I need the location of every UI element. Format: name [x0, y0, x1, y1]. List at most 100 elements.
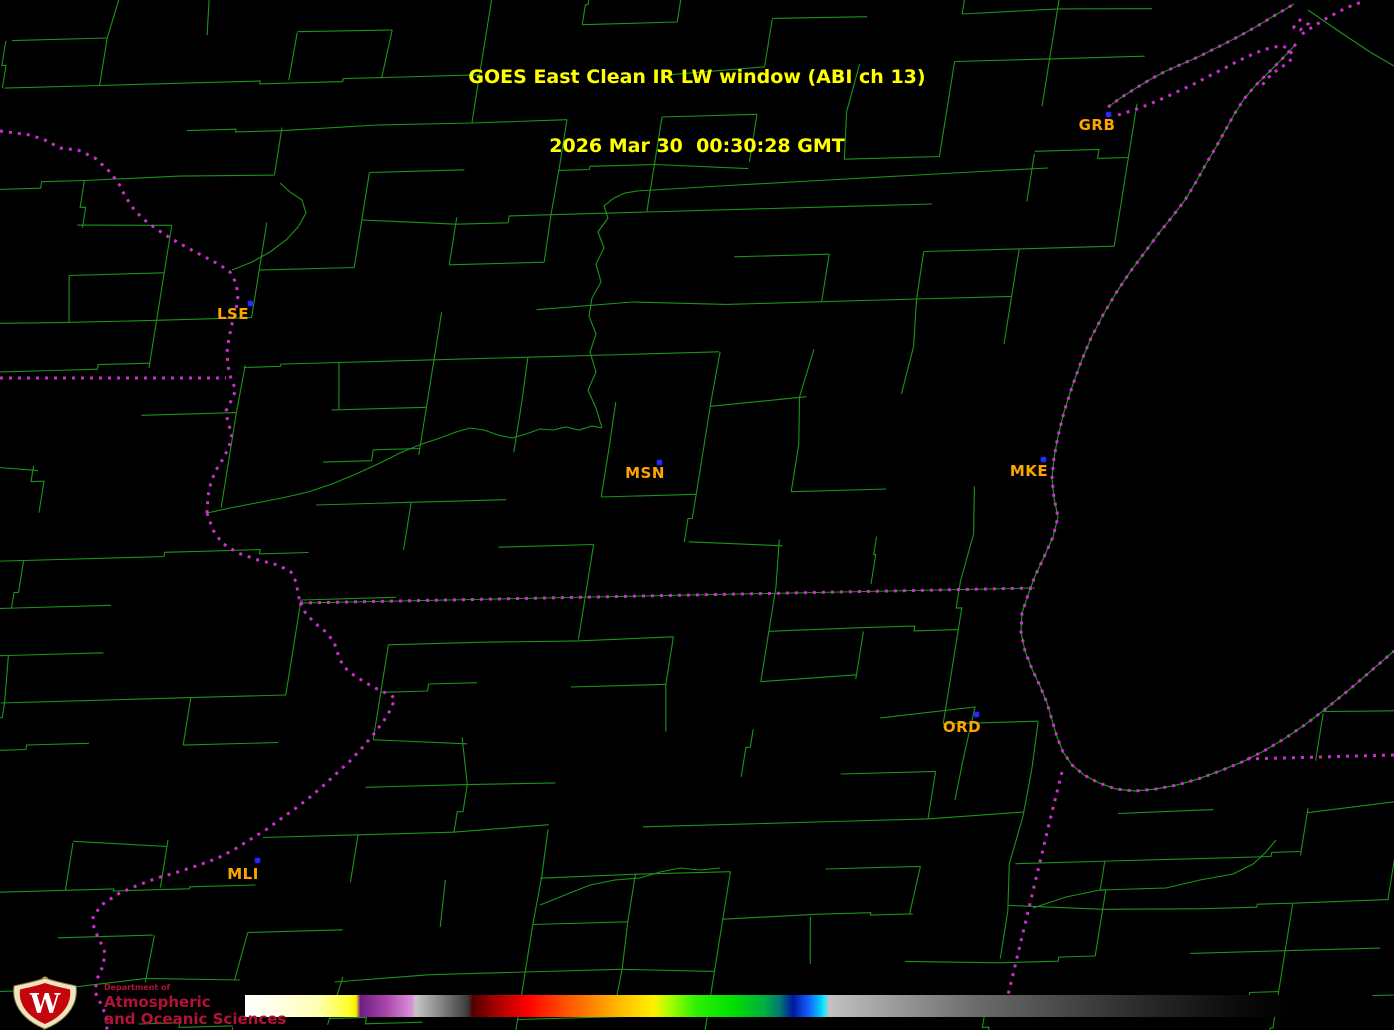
county-line	[159, 840, 169, 888]
county-line	[870, 536, 878, 585]
county-line	[190, 694, 286, 699]
title-line-2: 2026 Mar 30 00:30:28 GMT	[549, 135, 845, 157]
county-line	[460, 782, 556, 786]
county-line	[710, 396, 807, 407]
county-line	[73, 840, 168, 848]
county-line	[825, 865, 921, 870]
county-line	[601, 493, 697, 498]
county-line	[532, 876, 543, 925]
county-line	[524, 924, 534, 973]
county-line	[608, 401, 617, 450]
county-line	[380, 682, 477, 693]
county-line	[665, 636, 674, 685]
county-line	[1315, 713, 1324, 761]
county-line	[220, 460, 230, 508]
county-line	[740, 729, 754, 777]
county-line	[620, 968, 715, 972]
county-line	[515, 1019, 519, 1030]
county-line	[695, 446, 705, 495]
county-line	[1008, 816, 1024, 865]
county-line	[714, 919, 724, 967]
county-line	[863, 625, 959, 632]
county-line	[927, 771, 937, 819]
county-line	[338, 359, 435, 364]
county-line	[541, 829, 549, 878]
county-line	[959, 533, 975, 582]
county-line	[0, 559, 24, 562]
county-line	[722, 871, 731, 920]
station-label-LSE: LSE	[216, 305, 250, 323]
county-line	[1056, 0, 1060, 12]
county-line	[570, 683, 666, 688]
crest-letter: W	[29, 989, 61, 1020]
county-line	[632, 301, 727, 305]
county-line	[1113, 198, 1123, 247]
county-line	[1003, 296, 1013, 344]
county-line	[1007, 863, 1010, 912]
county-line	[328, 1016, 423, 1025]
station-marker-ORD	[974, 712, 979, 717]
county-line	[430, 971, 526, 976]
county-line	[909, 866, 921, 915]
county-line	[722, 913, 819, 920]
county-line	[183, 741, 279, 746]
county-line	[913, 298, 918, 347]
county-line	[962, 8, 1058, 15]
county-line	[285, 647, 294, 696]
county-line	[118, 550, 215, 559]
county-line	[760, 674, 857, 683]
county-line	[64, 842, 74, 891]
county-line	[425, 359, 435, 408]
county-line	[528, 353, 625, 358]
county-line	[646, 208, 742, 213]
in-mi-border	[1246, 753, 1394, 761]
county-line	[734, 253, 830, 258]
county-line	[23, 557, 119, 562]
county-line	[999, 911, 1009, 959]
logo-department-line: Department of	[104, 983, 171, 992]
county-line	[156, 272, 165, 321]
county-line	[373, 739, 468, 745]
county-line	[349, 834, 359, 883]
county-line	[0, 607, 17, 609]
station-label-MKE: MKE	[1009, 462, 1049, 480]
satellite-image-viewer: GOES East Clean IR LW window (ABI ch 13)…	[0, 0, 1394, 1030]
county-line	[916, 251, 925, 300]
county-line	[520, 357, 529, 405]
county-line	[577, 591, 587, 640]
county-line	[798, 349, 815, 398]
county-line	[357, 831, 454, 836]
logo-name-line-1: Atmospheric	[104, 993, 211, 1011]
county-line	[924, 248, 1020, 253]
county-line	[300, 596, 397, 601]
county-line	[821, 254, 830, 302]
county-line	[365, 784, 461, 788]
county-line	[353, 219, 363, 268]
county-line	[1022, 768, 1033, 817]
county-line	[1102, 908, 1198, 910]
county-line	[1387, 858, 1394, 901]
county-line	[433, 356, 530, 361]
county-line	[1015, 860, 1111, 865]
uw-crest-icon: W	[13, 976, 77, 1030]
county-line	[292, 599, 302, 648]
county-line	[334, 974, 431, 983]
county-line	[15, 604, 112, 609]
county-line	[900, 346, 915, 395]
station-label-ORD: ORD	[942, 718, 982, 736]
county-line	[53, 362, 150, 372]
county-line	[1008, 904, 1103, 910]
county-line	[372, 692, 382, 740]
county-line	[1011, 248, 1020, 297]
county-line	[498, 543, 594, 548]
mississippi-river-lower	[91, 602, 397, 1030]
uw-aos-logo: W Department of Atmospheric and Oceanic …	[6, 976, 286, 1030]
station-marker-MLI	[255, 858, 260, 863]
county-line	[380, 644, 389, 693]
county-line	[627, 874, 636, 922]
county-line	[683, 494, 697, 543]
county-line	[182, 697, 192, 746]
county-line	[0, 654, 9, 657]
county-line	[61, 319, 157, 324]
county-line	[65, 888, 161, 892]
